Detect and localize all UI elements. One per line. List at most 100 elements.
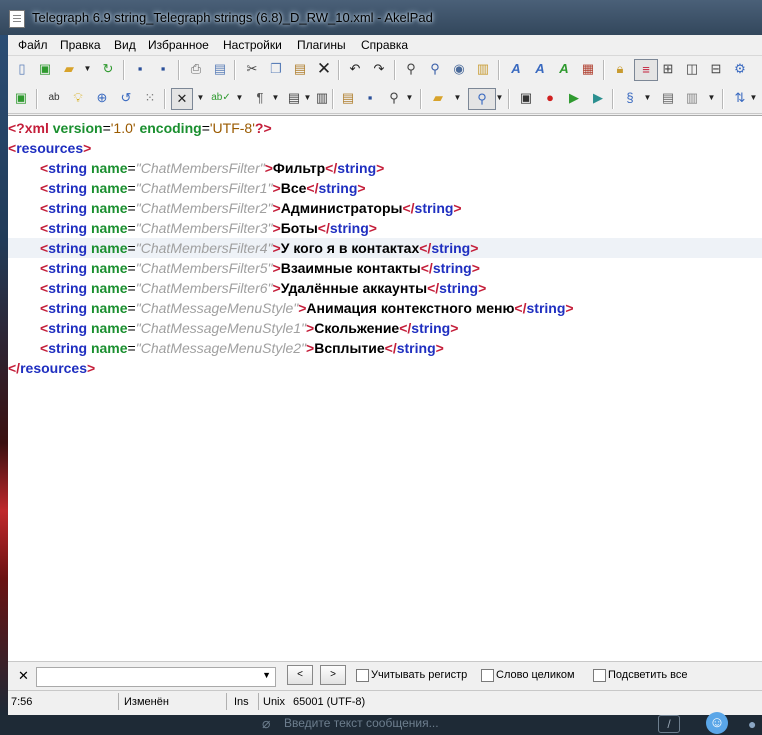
string-entry-line[interactable]: <string name="ChatMembersFilter3">Боты</… [8, 218, 762, 238]
text-editor[interactable]: <?xml version='1.0' encoding='UTF-8'?> <… [8, 115, 762, 661]
print-preview-icon[interactable]: ▤ [212, 61, 228, 77]
open-folder-icon[interactable]: ▰ [430, 90, 446, 106]
coder-icon[interactable]: ab [46, 90, 62, 106]
xml-punctuation: > [565, 300, 574, 316]
replace-icon[interactable]: ⚲ [427, 61, 443, 77]
split-window-4-icon[interactable]: ⊞ [660, 61, 676, 77]
title-bar[interactable]: Telegraph 6.9 string_Telegraph strings (… [0, 0, 762, 35]
browse-icon[interactable]: ⚲ [468, 88, 496, 110]
browse-dropdown-icon[interactable]: ▼ [496, 90, 504, 106]
whole-word-checkbox[interactable] [481, 669, 494, 682]
copy-icon[interactable]: ❐ [268, 61, 284, 77]
insert-date-icon[interactable]: ▥ [475, 61, 491, 77]
reopen-icon[interactable]: ↻ [100, 61, 116, 77]
redo-icon[interactable]: ↷ [371, 61, 387, 77]
pilcrow-dropdown-icon[interactable]: ▼ [272, 90, 280, 106]
delete-icon[interactable]: ✕ [316, 60, 332, 77]
xml-declaration-line[interactable]: <?xml version='1.0' encoding='UTF-8'?> [8, 118, 762, 138]
syntax-toggle-icon[interactable]: ✕ [171, 88, 193, 110]
font-icon[interactable]: A [508, 61, 524, 77]
match-case-checkbox[interactable] [356, 669, 369, 682]
sessions-icon[interactable]: ⊕ [94, 90, 110, 106]
emoji-icon[interactable]: ☺ [706, 712, 728, 734]
word-wrap-icon[interactable]: ≡ [634, 59, 658, 81]
play-to-end-icon[interactable]: ▶ [590, 90, 606, 106]
string-entry-line[interactable]: <string name="ChatMembersFilter2">Админи… [8, 198, 762, 218]
find-prev-button[interactable]: < [287, 665, 313, 685]
play-icon[interactable]: ▶ [566, 90, 582, 106]
commands-icon[interactable]: / [658, 715, 680, 733]
color-table-icon[interactable]: ▦ [580, 61, 596, 77]
microphone-icon[interactable]: ● [748, 716, 756, 732]
menu-plugins[interactable]: Плагины [297, 38, 346, 52]
message-input-placeholder[interactable]: Введите текст сообщения... [284, 716, 439, 730]
menu-file[interactable]: Файл [18, 38, 48, 52]
string-entry-line[interactable]: <string name="ChatMembersFilter4">У кого… [8, 238, 762, 258]
scripts-icon[interactable]: ▤ [660, 90, 676, 106]
attach-icon[interactable]: ⌀ [262, 715, 270, 732]
menu-help[interactable]: Справка [361, 38, 408, 52]
string-entry-line[interactable]: <string name="ChatMessageMenuStyle2">Всп… [8, 338, 762, 358]
outline-icon[interactable]: ▥ [314, 90, 330, 106]
menu-view[interactable]: Вид [114, 38, 136, 52]
hint-icon[interactable]: 💡︎ [70, 90, 86, 106]
string-entry-line[interactable]: <string name="ChatMessageMenuStyle">Аним… [8, 298, 762, 318]
pilcrow-icon[interactable]: ¶ [252, 90, 268, 106]
scripts-list-icon[interactable]: ▥ [684, 90, 700, 106]
save-session-icon[interactable]: ▪ [362, 90, 378, 106]
clipboard-icon[interactable]: ▤ [340, 90, 356, 106]
preview-icon[interactable]: ⚲ [386, 90, 402, 106]
format-icon[interactable]: ↺ [118, 90, 134, 106]
save-icon[interactable]: ▪ [132, 61, 148, 77]
string-entry-line[interactable]: <string name="ChatMessageMenuStyle1">Ско… [8, 318, 762, 338]
bg-color-icon[interactable]: A [556, 61, 572, 77]
cut-icon[interactable]: ✂ [244, 61, 260, 77]
record-icon[interactable]: ● [542, 90, 558, 106]
read-only-icon[interactable]: 🔒︎ [612, 61, 628, 77]
script-icon[interactable]: § [622, 90, 638, 106]
akelpad-app-icon[interactable] [9, 10, 25, 28]
paste-icon[interactable]: ▤ [292, 61, 308, 77]
search-input[interactable]: ▼ [36, 667, 276, 687]
font-color-icon[interactable]: A [532, 61, 548, 77]
string-entry-line[interactable]: <string name="ChatMembersFilter">Фильтр<… [8, 158, 762, 178]
plugin-icon[interactable]: ▣ [13, 90, 29, 106]
list-dropdown-icon[interactable]: ▼ [304, 90, 312, 106]
record-stop-icon[interactable]: ▣ [518, 90, 534, 106]
string-entry-line[interactable]: <string name="ChatMembersFilter5">Взаимн… [8, 258, 762, 278]
highlight-all-checkbox[interactable] [593, 669, 606, 682]
string-entry-line[interactable]: <string name="ChatMembersFilter1">Все</s… [8, 178, 762, 198]
open-dropdown-icon[interactable]: ▼ [84, 61, 92, 77]
open-icon[interactable]: ▰ [61, 61, 77, 77]
undo-icon[interactable]: ↶ [347, 61, 363, 77]
settings-icon[interactable]: ⚙ [732, 61, 748, 77]
code-fold-icon[interactable]: ⁙ [142, 90, 158, 106]
go-to-icon[interactable]: ◉ [451, 61, 467, 77]
chevron-down-icon[interactable]: ▼ [262, 670, 271, 680]
script-dropdown-icon[interactable]: ▼ [644, 90, 652, 106]
menu-settings[interactable]: Настройки [223, 38, 282, 52]
sort-icon[interactable]: ⇅ [732, 90, 748, 106]
new-window-icon[interactable]: ▣ [37, 61, 53, 77]
string-entry-line[interactable]: <string name="ChatMembersFilter6">Удалён… [8, 278, 762, 298]
split-window-h-icon[interactable]: ⊟ [708, 61, 724, 77]
print-icon[interactable]: ⎙ [188, 61, 204, 77]
syntax-dropdown-icon[interactable]: ▼ [197, 90, 205, 106]
close-search-icon[interactable]: ✕ [18, 668, 29, 684]
spell-check-icon[interactable]: ab✓ [211, 90, 231, 106]
scripts-dropdown-icon[interactable]: ▼ [708, 90, 716, 106]
save-all-icon[interactable]: ▪ [155, 61, 171, 77]
new-file-icon[interactable]: ▯ [14, 61, 30, 77]
menu-favorites[interactable]: Избранное [148, 38, 209, 52]
spell-dropdown-icon[interactable]: ▼ [236, 90, 244, 106]
preview-dropdown-icon[interactable]: ▼ [406, 90, 414, 106]
menu-edit[interactable]: Правка [60, 38, 101, 52]
root-close-line[interactable]: </resources> [8, 358, 762, 378]
root-open-line[interactable]: <resources> [8, 138, 762, 158]
find-icon[interactable]: ⚲ [403, 61, 419, 77]
list-icon[interactable]: ▤ [286, 90, 302, 106]
folder-dropdown-icon[interactable]: ▼ [454, 90, 462, 106]
sort-dropdown-icon[interactable]: ▼ [750, 90, 758, 106]
find-next-button[interactable]: > [320, 665, 346, 685]
split-window-v-icon[interactable]: ◫ [684, 61, 700, 77]
